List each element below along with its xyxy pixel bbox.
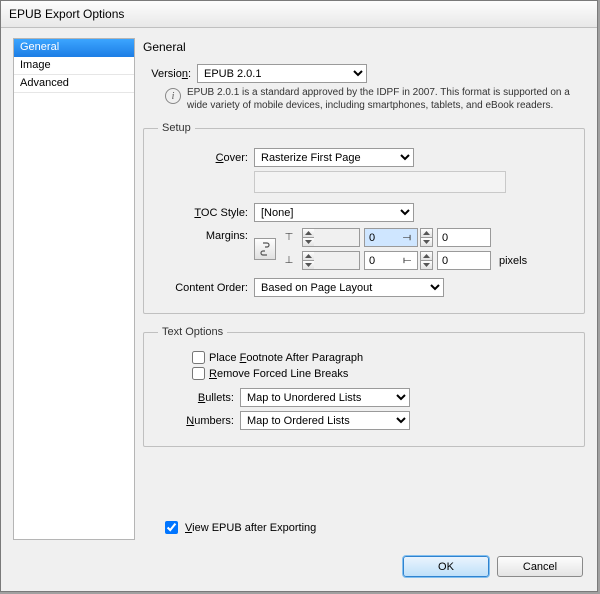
margin-unit-label: pixels <box>499 255 527 267</box>
link-margins-toggle[interactable] <box>254 238 276 260</box>
footnote-checkbox-row[interactable]: Place Footnote After Paragraph <box>192 351 570 364</box>
margin-bottom-spinner[interactable] <box>302 251 360 270</box>
title-bar[interactable]: EPUB Export Options <box>1 1 597 28</box>
numbers-label: Numbers: <box>158 415 240 427</box>
margin-left-input[interactable] <box>437 228 491 247</box>
remove-breaks-checkbox[interactable] <box>192 367 205 380</box>
toc-style-select[interactable]: [None] <box>254 203 414 222</box>
sidebar-item-advanced[interactable]: Advanced <box>14 75 134 93</box>
view-after-row[interactable]: View EPUB after Exporting <box>161 518 316 537</box>
remove-breaks-label: Remove Forced Line Breaks <box>209 368 348 380</box>
dialog-window: EPUB Export Options General Image Advanc… <box>0 0 598 592</box>
setup-group: Setup Cover: Rasterize First Page TOC St <box>143 122 585 314</box>
content-order-label: Content Order: <box>158 282 254 294</box>
footnote-label: Place Footnote After Paragraph <box>209 352 363 364</box>
view-after-checkbox[interactable] <box>165 521 178 534</box>
version-row: Version: EPUB 2.0.1 <box>143 64 585 83</box>
view-after-label: View EPUB after Exporting <box>185 522 316 534</box>
version-select[interactable]: EPUB 2.0.1 <box>197 64 367 83</box>
footnote-checkbox[interactable] <box>192 351 205 364</box>
margin-right-spinner[interactable] <box>420 251 433 270</box>
remove-breaks-checkbox-row[interactable]: Remove Forced Line Breaks <box>192 367 570 380</box>
margin-right-icon: ⟝ <box>398 252 416 269</box>
window-title: EPUB Export Options <box>9 7 124 21</box>
version-info-text: EPUB 2.0.1 is a standard approved by the… <box>187 87 585 112</box>
numbers-select[interactable]: Map to Ordered Lists <box>240 411 410 430</box>
cover-select[interactable]: Rasterize First Page <box>254 148 414 167</box>
cover-path-field <box>254 171 506 193</box>
margin-left-spinner[interactable] <box>420 228 433 247</box>
sidebar-item-general[interactable]: General <box>14 39 134 57</box>
bullets-label: Bullets: <box>158 392 240 404</box>
cover-label: Cover: <box>158 152 254 164</box>
margin-left-icon: ⟞ <box>398 229 416 246</box>
content-order-select[interactable]: Based on Page Layout <box>254 278 444 297</box>
margin-top-spinner[interactable] <box>302 228 360 247</box>
text-options-legend: Text Options <box>158 326 227 338</box>
main-panel: General Version: EPUB 2.0.1 i EPUB 2.0.1… <box>143 38 585 540</box>
margins-label: Margins: <box>158 228 254 242</box>
page-heading: General <box>143 40 585 54</box>
setup-legend: Setup <box>158 122 195 134</box>
margin-bottom-icon: ⊥ <box>280 252 298 269</box>
margin-top-icon: ⊤ <box>280 229 298 246</box>
bullets-select[interactable]: Map to Unordered Lists <box>240 388 410 407</box>
margin-right-input[interactable] <box>437 251 491 270</box>
toc-label: TOC Style: <box>158 207 254 219</box>
sidebar-item-image[interactable]: Image <box>14 57 134 75</box>
info-icon: i <box>165 88 181 104</box>
ok-button[interactable]: OK <box>403 556 489 577</box>
category-sidebar: General Image Advanced <box>13 38 135 540</box>
cancel-button[interactable]: Cancel <box>497 556 583 577</box>
version-label: Version: <box>143 68 197 80</box>
text-options-group: Text Options Place Footnote After Paragr… <box>143 326 585 447</box>
